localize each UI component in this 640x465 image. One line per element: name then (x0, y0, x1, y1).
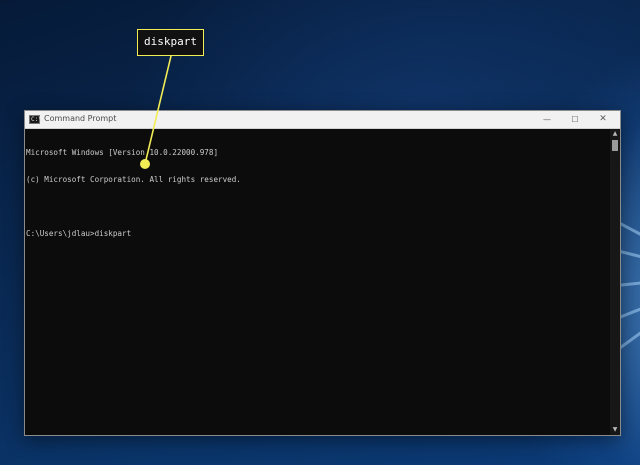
scroll-down-arrow-icon[interactable]: ▼ (611, 426, 619, 434)
cmd-icon: C:\ (29, 115, 42, 124)
window-title: Command Prompt (44, 114, 117, 123)
command-prompt-window[interactable]: C:\ Command Prompt — ☐ ✕ Microsoft Windo… (24, 110, 621, 436)
minimize-button[interactable]: — (533, 111, 561, 128)
callout-label: diskpart (137, 29, 204, 56)
console-output[interactable]: Microsoft Windows [Version 10.0.22000.97… (25, 129, 610, 435)
console-line-version: Microsoft Windows [Version 10.0.22000.97… (26, 148, 219, 157)
console-command-line[interactable]: C:\Users\jdlau>diskpart (26, 229, 610, 238)
scroll-up-arrow-icon[interactable]: ▲ (611, 130, 619, 138)
title-bar[interactable]: C:\ Command Prompt — ☐ ✕ (25, 111, 620, 129)
scrollbar-thumb[interactable] (612, 140, 618, 151)
close-button[interactable]: ✕ (589, 111, 617, 128)
cmd-icon-glyph: C:\ (31, 116, 42, 123)
maximize-button[interactable]: ☐ (561, 111, 589, 128)
vertical-scrollbar[interactable]: ▲ ▼ (610, 129, 620, 435)
console-line-copyright: (c) Microsoft Corporation. All rights re… (26, 175, 241, 184)
